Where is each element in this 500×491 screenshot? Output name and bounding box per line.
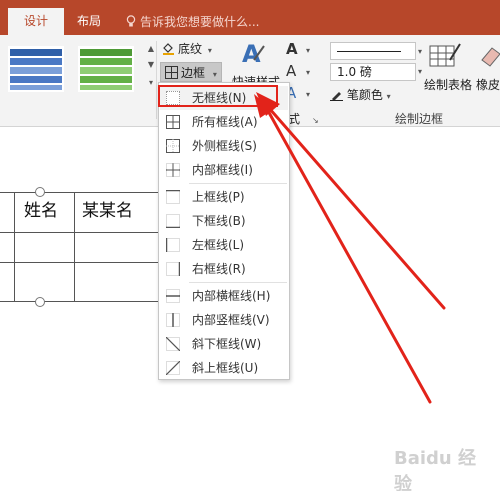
right-border-icon (166, 262, 180, 276)
tab-layout[interactable]: 布局 (64, 8, 114, 35)
chevron-down-icon: ▾ (207, 46, 212, 55)
menu-item-inside-horizontal[interactable]: 内部横框线(H) (160, 284, 288, 308)
chevron-down-icon: ▾ (212, 70, 217, 79)
draw-borders-group-label: 绘制边框 (395, 112, 444, 126)
menu-divider (189, 183, 287, 184)
menu-item-right-border[interactable]: 右框线(R) (160, 257, 288, 281)
gallery-down-icon[interactable]: ▼ (146, 59, 156, 71)
all-borders-icon (166, 115, 180, 129)
table-border (74, 192, 75, 302)
gallery-up-icon[interactable]: ▲ (146, 43, 156, 55)
shading-button[interactable]: 底纹 ▾ (162, 39, 212, 59)
pen-color-label: 笔颜色 (346, 88, 383, 102)
text-outline-icon[interactable]: A (286, 62, 296, 80)
pen-weight-select[interactable]: 1.0 磅 (330, 63, 416, 81)
menu-divider (189, 282, 287, 283)
table-style-blue[interactable] (8, 46, 64, 92)
chevron-down-icon: ▾ (306, 46, 311, 55)
chevron-down-icon: ▾ (386, 92, 391, 101)
watermark: Baidu 经验 (394, 448, 477, 491)
borders-label: 边框 (181, 66, 206, 80)
inside-vertical-icon (166, 313, 180, 327)
menu-item-inside-borders[interactable]: 内部框线(I) (160, 158, 288, 182)
menu-item-all-borders[interactable]: 所有框线(A) (160, 110, 288, 134)
pen-color-button[interactable]: 笔颜色 ▾ (330, 86, 391, 103)
gallery-more-icon[interactable]: ▾ (146, 77, 156, 89)
table-cell[interactable]: 姓名 (24, 196, 58, 221)
quick-styles-icon[interactable]: A (240, 40, 266, 68)
top-border-icon (166, 190, 180, 204)
tell-me-text: 告诉我您想要做什么... (140, 15, 260, 29)
pen-icon (330, 92, 343, 101)
chevron-down-icon: ▾ (306, 68, 311, 77)
borders-icon (165, 66, 178, 79)
menu-item-diagonal-up[interactable]: 斜上框线(U) (160, 356, 288, 380)
resize-handle[interactable] (35, 297, 45, 307)
lightbulb-icon (126, 15, 136, 27)
paint-bucket-icon (163, 43, 174, 55)
diagonal-up-icon (166, 361, 180, 375)
table-border (0, 192, 160, 193)
dialog-launcher-icon[interactable]: ↘ (312, 116, 319, 125)
chevron-down-icon: ▾ (418, 47, 423, 56)
inside-horizontal-icon (166, 289, 180, 303)
bottom-border-icon (166, 214, 180, 228)
tab-bar: 设计 布局 告诉我您想要做什么... (0, 0, 500, 35)
table-border (0, 232, 160, 233)
eraser-label[interactable]: 橡皮 (476, 76, 500, 93)
table-border (0, 262, 160, 263)
menu-item-bottom-border[interactable]: 下框线(B) (160, 209, 288, 233)
menu-item-inside-vertical[interactable]: 内部竖框线(V) (160, 308, 288, 332)
left-border-icon (166, 238, 180, 252)
menu-item-diagonal-down[interactable]: 斜下框线(W) (160, 332, 288, 356)
draw-table-icon[interactable] (428, 42, 462, 68)
tab-design[interactable]: 设计 (8, 8, 64, 35)
table-border (14, 192, 15, 302)
diagonal-down-icon (166, 337, 180, 351)
borders-menu: 无框线(N) 所有框线(A) 外侧框线(S) 内部框线(I) 上框线(P) 下框… (158, 82, 290, 380)
text-fill-icon[interactable]: A (286, 40, 298, 58)
table-border (0, 301, 160, 302)
resize-handle[interactable] (35, 187, 45, 197)
outside-borders-icon (166, 139, 180, 153)
table-cell[interactable]: 某某名 (82, 196, 133, 221)
inside-borders-icon (166, 163, 180, 177)
pen-style-select[interactable] (330, 42, 416, 60)
menu-item-left-border[interactable]: 左框线(L) (160, 233, 288, 257)
ribbon-separator (156, 41, 157, 119)
tell-me-search[interactable]: 告诉我您想要做什么... (126, 12, 259, 32)
menu-item-outside-borders[interactable]: 外侧框线(S) (160, 134, 288, 158)
annotation-highlight-box (158, 85, 278, 107)
draw-table-label[interactable]: 绘制表格 (424, 76, 472, 93)
shading-label: 底纹 (178, 42, 203, 56)
chevron-down-icon: ▾ (306, 90, 311, 99)
chevron-down-icon: ▾ (418, 67, 423, 76)
menu-item-top-border[interactable]: 上框线(P) (160, 185, 288, 209)
table-style-green[interactable] (78, 46, 134, 92)
eraser-icon[interactable] (480, 42, 500, 68)
borders-button[interactable]: 边框 ▾ (160, 62, 222, 82)
